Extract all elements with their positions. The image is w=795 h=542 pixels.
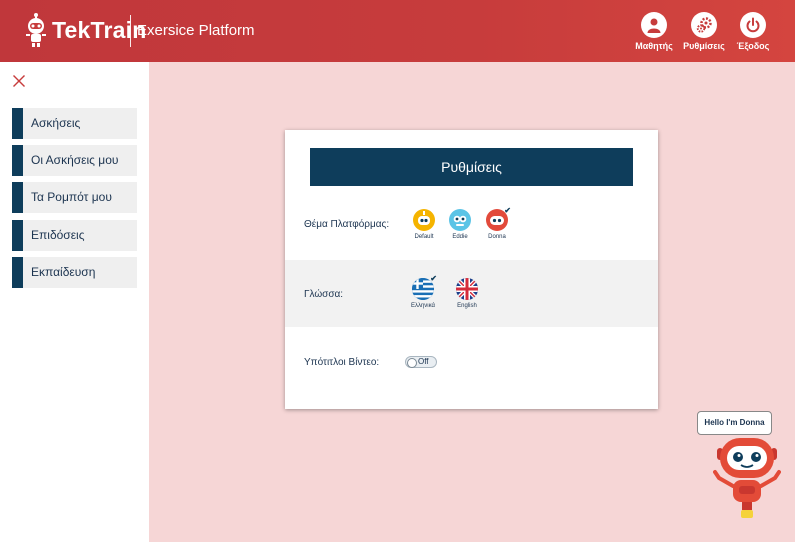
default-robot-icon bbox=[413, 209, 435, 231]
donna-robot-icon[interactable] bbox=[713, 434, 781, 520]
brand-name: TekTrain bbox=[52, 17, 147, 43]
theme-option-label: Default bbox=[414, 234, 434, 240]
language-label: Γλώσσα: bbox=[304, 289, 344, 300]
toggle-state: Off bbox=[418, 357, 429, 366]
gears-icon bbox=[691, 12, 717, 38]
theme-option-default[interactable]: Default bbox=[404, 209, 444, 240]
sidebar-item-performance[interactable]: Επιδόσεις bbox=[12, 220, 137, 251]
eddie-robot-icon bbox=[449, 209, 471, 231]
selected-check-icon: ✔ bbox=[430, 274, 437, 283]
theme-option-label: Donna bbox=[488, 234, 506, 240]
logout-button-label: Έξοδος bbox=[736, 41, 770, 51]
settings-card: Ρυθμίσεις Θέμα Πλατφόρμας: Default Eddie… bbox=[285, 130, 658, 409]
donna-robot-icon: ✔ bbox=[486, 206, 511, 231]
assistant-speech-bubble: Hello I'm Donna bbox=[697, 411, 772, 435]
settings-button[interactable]: Ρυθμίσεις bbox=[678, 12, 730, 51]
language-option-english[interactable]: English bbox=[447, 278, 487, 309]
sidebar-item-my-robots[interactable]: Τα Ρομπότ μου bbox=[12, 182, 137, 213]
language-option-label: English bbox=[457, 303, 477, 309]
theme-option-eddie[interactable]: Eddie bbox=[440, 209, 480, 240]
brand-divider bbox=[130, 15, 131, 47]
subtitles-label: Υπότιτλοι Βίντεο: bbox=[304, 357, 380, 368]
settings-button-label: Ρυθμίσεις bbox=[683, 41, 725, 51]
student-button-label: Μαθητής bbox=[635, 41, 673, 51]
sidebar-item-my-exercises[interactable]: Οι Ασκήσεις μου bbox=[12, 145, 137, 176]
language-option-label: Ελληνικά bbox=[410, 303, 436, 309]
theme-label: Θέμα Πλατφόρμας: bbox=[304, 219, 390, 230]
selected-check-icon: ✔ bbox=[504, 206, 511, 215]
uk-flag-icon bbox=[456, 278, 478, 300]
student-button[interactable]: Μαθητής bbox=[628, 12, 680, 51]
theme-option-donna[interactable]: ✔ Donna bbox=[477, 206, 517, 240]
power-icon bbox=[740, 12, 766, 38]
language-option-greek[interactable]: ✔ Ελληνικά bbox=[403, 274, 443, 309]
theme-option-label: Eddie bbox=[452, 234, 468, 240]
platform-subtitle: Exersice Platform bbox=[137, 22, 255, 39]
sidebar-item-training[interactable]: Εκπαίδευση bbox=[12, 257, 137, 288]
user-icon bbox=[641, 12, 667, 38]
top-bar: TekTrain Exersice Platform Μαθητής Ρυθμί… bbox=[0, 0, 795, 62]
logout-button[interactable]: Έξοδος bbox=[727, 12, 779, 51]
robot-logo-icon bbox=[26, 13, 46, 47]
sidebar-item-exercises[interactable]: Ασκήσεις bbox=[12, 108, 137, 139]
settings-title: Ρυθμίσεις bbox=[310, 148, 633, 186]
subtitles-toggle[interactable]: Off bbox=[405, 356, 437, 368]
close-icon[interactable] bbox=[12, 74, 26, 88]
toggle-knob bbox=[407, 358, 417, 368]
